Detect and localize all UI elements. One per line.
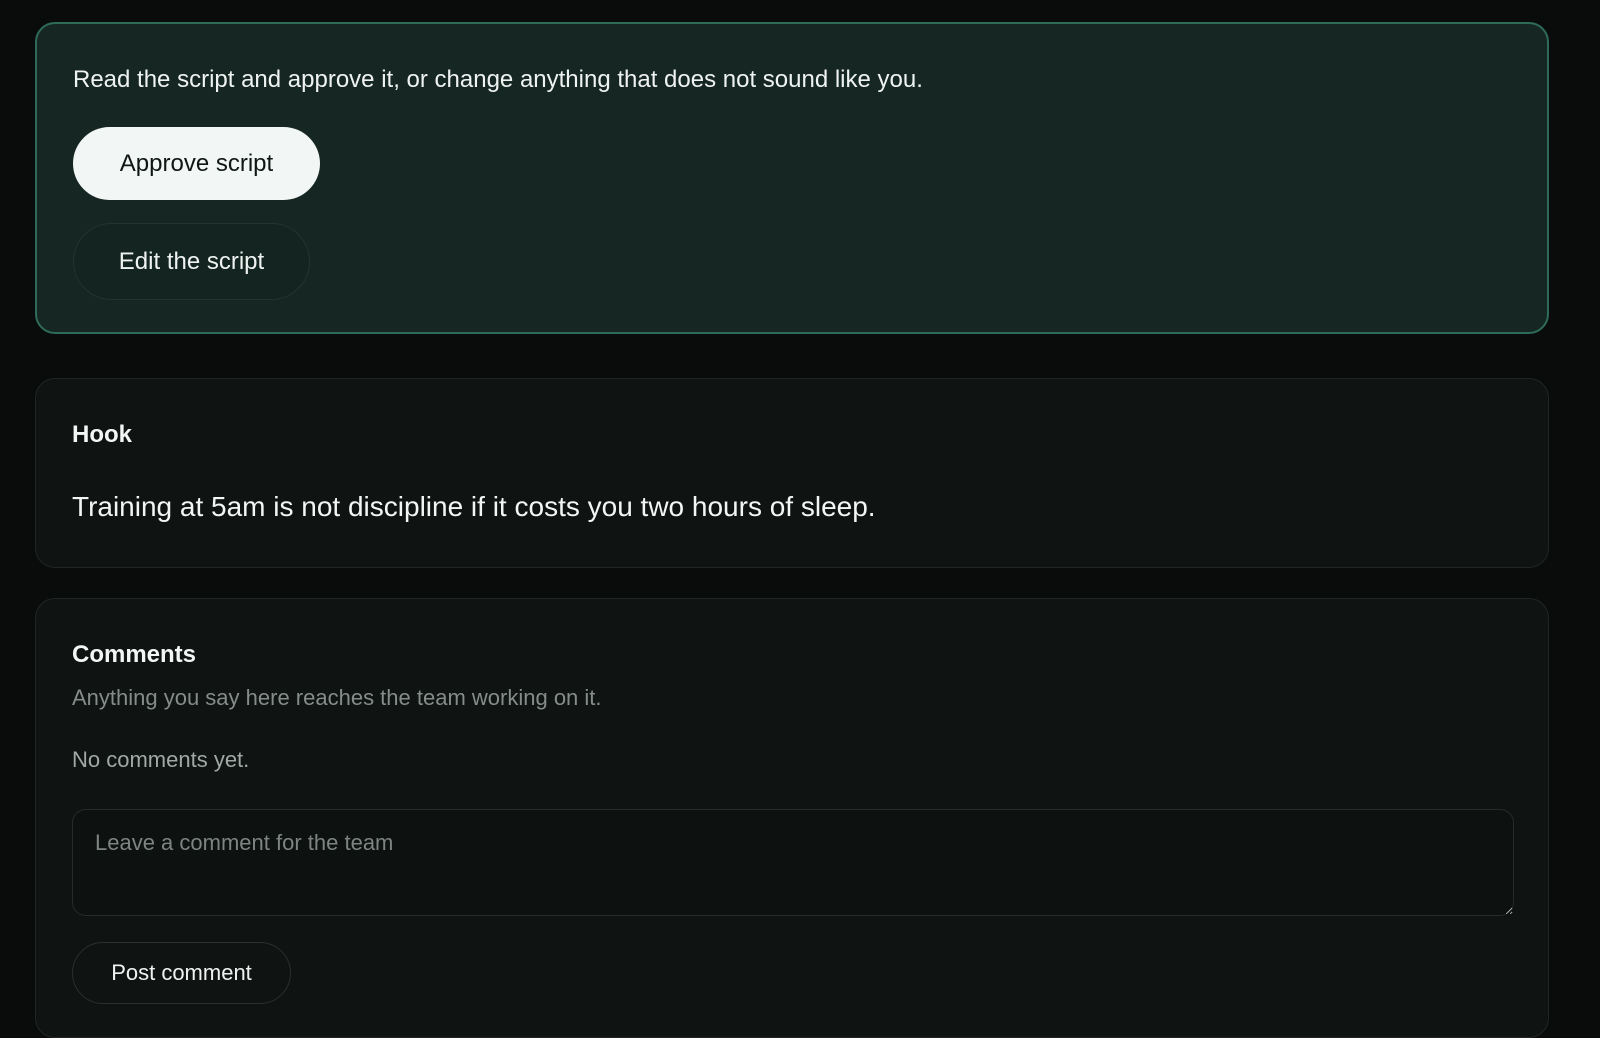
post-comment-button[interactable]: Post comment <box>72 941 291 1004</box>
approval-prompt: Read the script and approve it, or chang… <box>73 66 923 93</box>
comment-input[interactable] <box>72 808 1514 916</box>
comments-subtitle: Anything you say here reaches the team w… <box>72 684 602 710</box>
comments-card: Comments Anything you say here reaches t… <box>35 598 1549 1038</box>
hook-title: Hook <box>72 421 132 448</box>
hook-text: Training at 5am is not discipline if it … <box>72 490 876 522</box>
hook-card: Hook Training at 5am is not discipline i… <box>35 378 1549 568</box>
comments-title: Comments <box>72 641 197 668</box>
approval-card: Read the script and approve it, or chang… <box>35 22 1549 334</box>
approve-script-button[interactable]: Approve script <box>73 127 320 201</box>
comments-empty-state: No comments yet. <box>72 747 250 773</box>
edit-script-button[interactable]: Edit the script <box>73 223 310 301</box>
